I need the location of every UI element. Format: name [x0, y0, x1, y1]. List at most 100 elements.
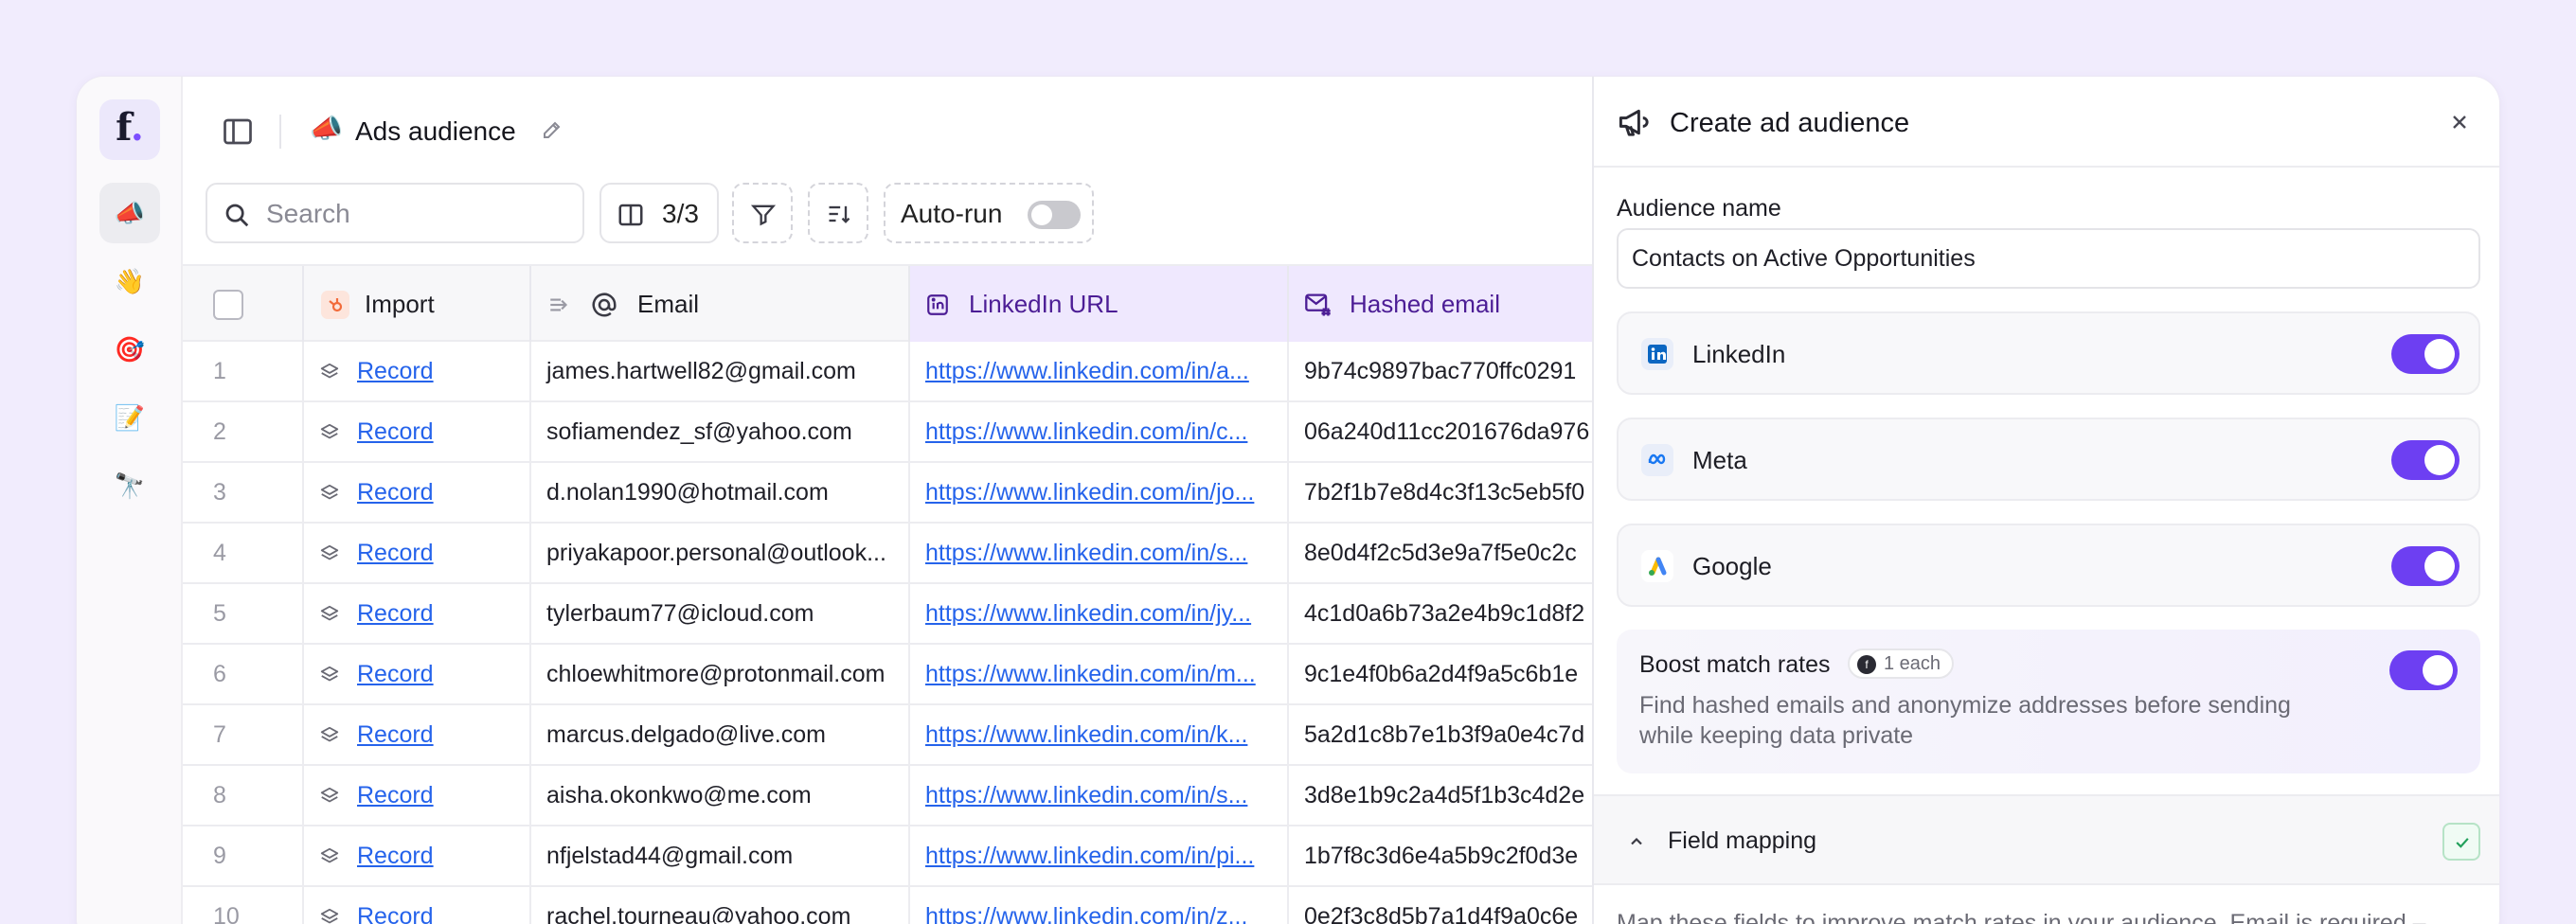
search-box[interactable]: [206, 183, 584, 243]
row-number-cell[interactable]: 6: [183, 645, 304, 703]
import-cell[interactable]: Record: [304, 342, 531, 400]
linkedin-url-link[interactable]: https://www.linkedin.com/in/s...: [925, 781, 1247, 809]
email-cell[interactable]: rachel.tourneau@yahoo.com: [531, 887, 910, 924]
email-cell[interactable]: nfjelstad44@gmail.com: [531, 826, 910, 885]
autorun-toggle[interactable]: Auto-run: [884, 183, 1094, 243]
email-cell[interactable]: james.hartwell82@gmail.com: [531, 342, 910, 400]
record-link[interactable]: Record: [357, 720, 434, 749]
row-number-cell[interactable]: 4: [183, 524, 304, 582]
chevron-up-icon[interactable]: [1626, 832, 1647, 851]
import-cell[interactable]: Record: [304, 584, 531, 643]
table-row[interactable]: 4 Record priyakapoor.personal@outlook... ht…: [183, 524, 1592, 584]
import-cell[interactable]: Record: [304, 645, 531, 703]
email-cell[interactable]: marcus.delgado@live.com: [531, 705, 910, 764]
import-cell[interactable]: Record: [304, 402, 531, 461]
audience-name-input[interactable]: [1617, 228, 2480, 289]
record-link[interactable]: Record: [357, 902, 434, 924]
linkedin-cell[interactable]: https://www.linkedin.com/in/a...: [910, 342, 1289, 400]
row-number-cell[interactable]: 2: [183, 402, 304, 461]
column-header-email[interactable]: Email: [531, 266, 910, 342]
column-header-import[interactable]: Import: [304, 266, 531, 342]
sort-button[interactable]: [808, 183, 868, 243]
field-mapping-section[interactable]: Field mapping: [1594, 794, 2499, 885]
linkedin-cell[interactable]: https://www.linkedin.com/in/k...: [910, 705, 1289, 764]
hashed-email-cell[interactable]: 0e2f3c8d5b7a1d4f9a0c6e: [1289, 887, 1592, 924]
rail-item-targets[interactable]: 🎯: [99, 319, 160, 380]
google-toggle[interactable]: [2391, 546, 2460, 586]
select-all-checkbox[interactable]: [213, 290, 243, 320]
linkedin-url-link[interactable]: https://www.linkedin.com/in/z...: [925, 902, 1247, 924]
email-cell[interactable]: priyakapoor.personal@outlook...: [531, 524, 910, 582]
table-row[interactable]: 1 Record james.hartwell82@gmail.com https:/…: [183, 342, 1592, 402]
sidebar-toggle-icon[interactable]: [221, 115, 255, 149]
import-cell[interactable]: Record: [304, 766, 531, 825]
linkedin-cell[interactable]: https://www.linkedin.com/in/s...: [910, 524, 1289, 582]
linkedin-toggle[interactable]: [2391, 334, 2460, 374]
table-row[interactable]: 2 Record sofiamendez_sf@yahoo.com https://w…: [183, 402, 1592, 463]
table-row[interactable]: 9 Record nfjelstad44@gmail.com https://www.…: [183, 826, 1592, 887]
row-number-cell[interactable]: 3: [183, 463, 304, 522]
column-header-linkedin[interactable]: LinkedIn URL: [910, 266, 1289, 342]
record-link[interactable]: Record: [357, 660, 434, 688]
table-row[interactable]: 10 Record rachel.tourneau@yahoo.com https:/…: [183, 887, 1592, 924]
autorun-switch[interactable]: [1028, 201, 1081, 229]
linkedin-cell[interactable]: https://www.linkedin.com/in/jo...: [910, 463, 1289, 522]
row-number-cell[interactable]: 8: [183, 766, 304, 825]
import-cell[interactable]: Record: [304, 887, 531, 924]
hashed-email-cell[interactable]: 8e0d4f2c5d3e9a7f5e0c2c: [1289, 524, 1592, 582]
edit-pencil-icon[interactable]: [541, 118, 564, 141]
filter-button[interactable]: [732, 183, 793, 243]
columns-button[interactable]: 3/3: [599, 183, 719, 243]
record-link[interactable]: Record: [357, 842, 434, 870]
meta-toggle[interactable]: [2391, 440, 2460, 480]
record-link[interactable]: Record: [357, 539, 434, 567]
table-row[interactable]: 7 Record marcus.delgado@live.com https://ww…: [183, 705, 1592, 766]
linkedin-url-link[interactable]: https://www.linkedin.com/in/m...: [925, 660, 1256, 688]
row-number-cell[interactable]: 5: [183, 584, 304, 643]
linkedin-cell[interactable]: https://www.linkedin.com/in/m...: [910, 645, 1289, 703]
linkedin-url-link[interactable]: https://www.linkedin.com/in/k...: [925, 720, 1247, 749]
close-icon[interactable]: [2448, 111, 2471, 133]
hashed-email-cell[interactable]: 9c1e4f0b6a2d4f9a5c6b1e: [1289, 645, 1592, 703]
row-number-cell[interactable]: 1: [183, 342, 304, 400]
linkedin-url-link[interactable]: https://www.linkedin.com/in/jo...: [925, 478, 1254, 506]
import-cell[interactable]: Record: [304, 524, 531, 582]
rail-item-notes[interactable]: 📝: [99, 387, 160, 448]
table-row[interactable]: 3 Record d.nolan1990@hotmail.com https://ww…: [183, 463, 1592, 524]
hashed-email-cell[interactable]: 4c1d0a6b73a2e4b9c1d8f2: [1289, 584, 1592, 643]
import-cell[interactable]: Record: [304, 463, 531, 522]
hashed-email-cell[interactable]: 1b7f8c3d6e4a5b9c2f0d3e: [1289, 826, 1592, 885]
hashed-email-cell[interactable]: 3d8e1b9c2a4d5f1b3c4d2e: [1289, 766, 1592, 825]
search-input[interactable]: [266, 196, 569, 232]
rail-item-outreach[interactable]: 👋: [99, 251, 160, 311]
linkedin-url-link[interactable]: https://www.linkedin.com/in/jy...: [925, 599, 1251, 628]
linkedin-url-link[interactable]: https://www.linkedin.com/in/s...: [925, 539, 1247, 567]
row-number-cell[interactable]: 9: [183, 826, 304, 885]
email-cell[interactable]: aisha.okonkwo@me.com: [531, 766, 910, 825]
linkedin-cell[interactable]: https://www.linkedin.com/in/c...: [910, 402, 1289, 461]
email-cell[interactable]: chloewhitmore@protonmail.com: [531, 645, 910, 703]
hashed-email-cell[interactable]: 5a2d1c8b7e1b3f9a0e4c7d: [1289, 705, 1592, 764]
import-cell[interactable]: Record: [304, 826, 531, 885]
record-link[interactable]: Record: [357, 418, 434, 446]
linkedin-cell[interactable]: https://www.linkedin.com/in/pi...: [910, 826, 1289, 885]
hashed-email-cell[interactable]: 7b2f1b7e8d4c3f13c5eb5f0: [1289, 463, 1592, 522]
rail-item-explore[interactable]: 🔭: [99, 455, 160, 516]
boost-toggle[interactable]: [2389, 650, 2458, 690]
row-number-cell[interactable]: 10: [183, 887, 304, 924]
linkedin-cell[interactable]: https://www.linkedin.com/in/s...: [910, 766, 1289, 825]
linkedin-url-link[interactable]: https://www.linkedin.com/in/pi...: [925, 842, 1254, 870]
row-number-cell[interactable]: 7: [183, 705, 304, 764]
linkedin-cell[interactable]: https://www.linkedin.com/in/z...: [910, 887, 1289, 924]
table-row[interactable]: 8 Record aisha.okonkwo@me.com https://www.l…: [183, 766, 1592, 826]
email-cell[interactable]: d.nolan1990@hotmail.com: [531, 463, 910, 522]
hashed-email-cell[interactable]: 9b74c9897bac770ffc0291: [1289, 342, 1592, 400]
email-cell[interactable]: sofiamendez_sf@yahoo.com: [531, 402, 910, 461]
record-link[interactable]: Record: [357, 599, 434, 628]
hashed-email-cell[interactable]: 06a240d11cc201676da976: [1289, 402, 1592, 461]
app-logo[interactable]: f.: [99, 99, 160, 160]
table-row[interactable]: 6 Record chloewhitmore@protonmail.com https…: [183, 645, 1592, 705]
record-link[interactable]: Record: [357, 781, 434, 809]
record-link[interactable]: Record: [357, 478, 434, 506]
rail-item-ads[interactable]: 📣: [99, 183, 160, 243]
